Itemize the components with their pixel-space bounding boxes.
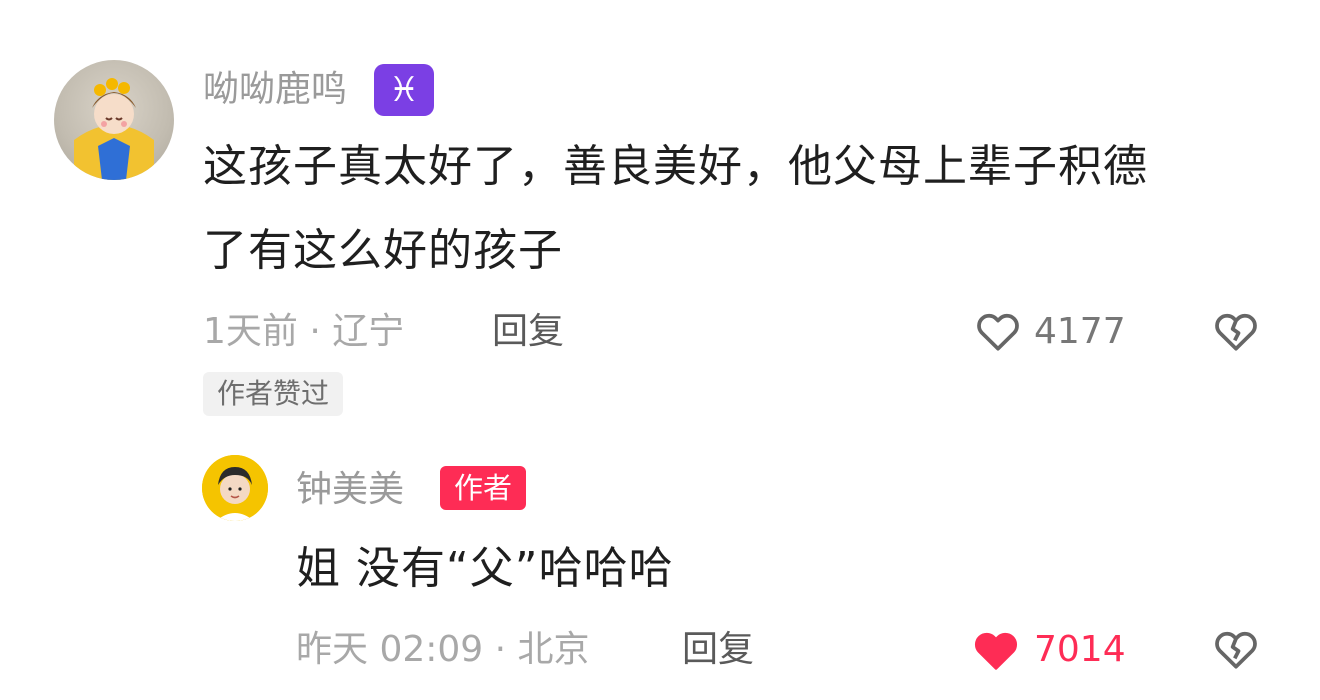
zodiac-badge: ♓ xyxy=(374,64,434,116)
comment-meta: 1天前 · 辽宁 xyxy=(203,311,405,352)
comment-text-line-1: 这孩子真太好了，善良美好，他父母上辈子积德 xyxy=(203,141,1148,192)
reply-like-button[interactable] xyxy=(968,624,1024,676)
reply-button[interactable]: 回复 xyxy=(492,310,564,354)
heart-outline-icon xyxy=(977,313,1019,351)
reply-meta: 昨天 02:09 · 北京 xyxy=(296,629,590,670)
broken-heart-icon xyxy=(1215,313,1257,351)
author-liked-badge: 作者赞过 xyxy=(203,372,344,416)
comment-text-line-2: 了有这么好的孩子 xyxy=(203,225,563,276)
like-button[interactable] xyxy=(972,306,1024,356)
author-tag: 作者 xyxy=(440,466,527,510)
reply-dislike-button[interactable] xyxy=(1210,624,1262,674)
reply-avatar[interactable] xyxy=(202,455,268,521)
reply-username[interactable]: 钟美美 xyxy=(296,468,404,512)
reply-like-count: 7014 xyxy=(1034,629,1126,670)
comment-username[interactable]: 呦呦鹿鸣 xyxy=(203,68,347,112)
reply-text: 姐 没有“父”哈哈哈 xyxy=(296,543,674,594)
heart-filled-icon xyxy=(974,632,1018,670)
dislike-button[interactable] xyxy=(1210,306,1262,356)
broken-heart-icon xyxy=(1215,631,1257,669)
reply-reply-button[interactable]: 回复 xyxy=(682,628,754,672)
like-count: 4177 xyxy=(1034,311,1126,352)
avatar[interactable] xyxy=(54,60,174,180)
